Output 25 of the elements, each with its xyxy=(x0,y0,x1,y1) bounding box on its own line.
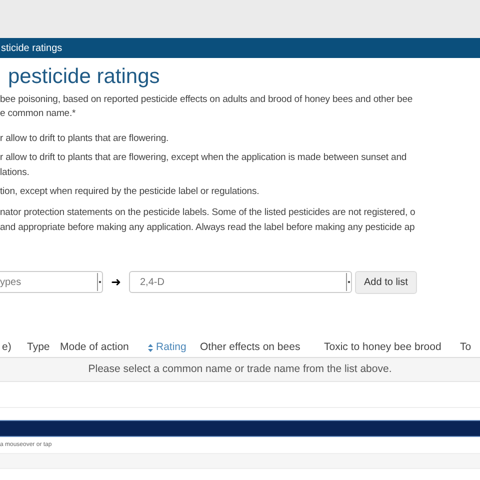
column-header: Other effects on bees xyxy=(200,340,302,355)
paragraph-line: r allow to drift to plants that are flowering, except when the application is made between sunset and xyxy=(0,151,407,165)
paragraph-line: e common name.* xyxy=(0,107,76,121)
column-header: Mode of action xyxy=(60,340,130,355)
column-header[interactable]: Rating xyxy=(148,340,200,356)
paragraph-line: r allow to drift to plants that are flowering. xyxy=(0,132,169,146)
page-title: pesticide ratings xyxy=(8,64,160,90)
empty-message: Please select a common name or trade name from the list above. xyxy=(88,362,392,377)
paragraph-line: bee poisoning, based on reported pesticide effects on adults and brood of honey bees and other bee xyxy=(0,93,413,107)
sort-icon xyxy=(148,344,153,352)
caret-icon xyxy=(97,273,102,291)
column-header: Type xyxy=(27,340,51,355)
column-header: Toxic to honey bee brood xyxy=(324,340,442,355)
type-select[interactable]: ypes xyxy=(0,271,103,293)
add-to-list-button[interactable]: Add to list xyxy=(355,270,417,294)
paragraph-line: nator protection statements on the pesticide labels. Some of the listed pesticides are not registered, o xyxy=(0,206,416,220)
paragraph-line: and appropriate before making any application. Always read the label before making any pesticide ap xyxy=(0,221,415,235)
caret-icon xyxy=(346,273,351,291)
arrow-icon: ➜ xyxy=(111,273,121,291)
paragraph-line: lations. xyxy=(0,166,30,180)
column-header: e) xyxy=(1,340,12,355)
name-select[interactable]: 2,4-D xyxy=(129,271,352,293)
header-title: sticide ratings xyxy=(1,42,62,56)
column-header: To xyxy=(460,340,472,355)
paragraph-line: tion, except when required by the pesticide label or regulations. xyxy=(0,185,260,199)
